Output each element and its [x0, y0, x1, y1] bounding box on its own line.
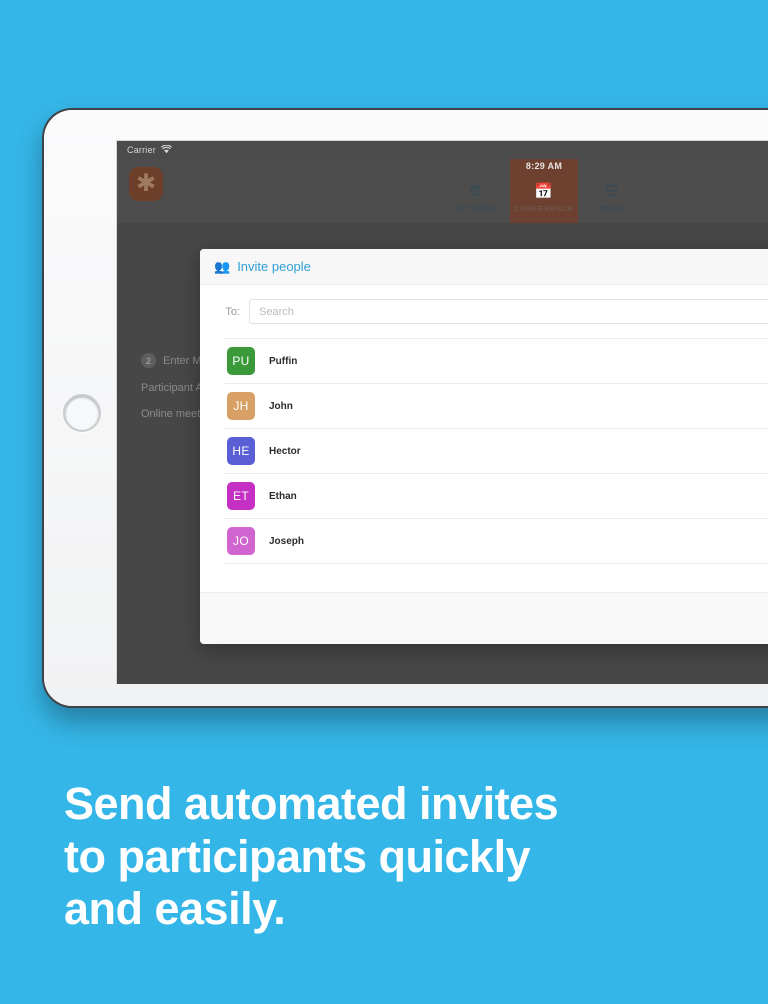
nav-label-menu: MENU — [599, 203, 625, 213]
contact-row-partial — [225, 564, 768, 578]
contact-row[interactable]: ET Ethan ✚ Add — [225, 474, 768, 519]
clock-time: 8:29 AM — [525, 161, 563, 171]
nav-label-conference: CONFERENCE — [514, 203, 574, 213]
app-navbar: ✱ ⚙ SETTINGS 8:29 AM 📅 CONFERENCE ☰ MENU — [117, 159, 768, 223]
avatar: ET — [227, 482, 255, 510]
to-label: To: — [225, 305, 240, 318]
asterisk-logo-icon[interactable]: ✱ — [129, 167, 163, 201]
nav-item-conference[interactable]: 8:29 AM 📅 CONFERENCE — [510, 159, 578, 223]
wifi-icon — [160, 144, 172, 156]
tablet-screen: Carrier ✱ ⚙ SETTINGS 8:29 AM 📅 CONFERENC… — [116, 140, 768, 684]
headline-line-1: Send automated invites — [64, 778, 559, 829]
home-button[interactable] — [63, 394, 101, 432]
modal-footer: Back Next — [200, 592, 768, 644]
contact-name: Puffin — [269, 355, 298, 367]
contact-name: Ethan — [269, 490, 297, 502]
contact-name: Hector — [269, 445, 301, 457]
nav-items: ⚙ SETTINGS 8:29 AM 📅 CONFERENCE ☰ MENU — [442, 159, 646, 223]
nav-label-settings: SETTINGS — [454, 203, 498, 213]
contact-row[interactable]: JH John ✚ Add — [225, 384, 768, 429]
headline-line-3: and easily. — [64, 883, 286, 935]
hamburger-icon: ☰ — [604, 182, 620, 200]
modal-header: 👥 Invite people — [200, 249, 768, 285]
modal-title: Invite people — [237, 259, 311, 274]
carrier-label: Carrier — [127, 145, 156, 155]
people-icon: 👥 — [214, 259, 231, 274]
avatar: HE — [227, 437, 255, 465]
contact-row[interactable]: JO Joseph ✚ Add — [225, 519, 768, 564]
to-row: To: — [216, 299, 768, 338]
nav-item-menu[interactable]: ☰ MENU — [578, 159, 646, 223]
invite-people-modal: 👥 Invite people To: PU Puffin ✚ Add — [200, 249, 768, 644]
contact-list: PU Puffin ✚ Add JH John ✚ Add — [225, 338, 768, 578]
modal-body: To: PU Puffin ✚ Add JH John — [200, 285, 768, 578]
page-title: Send automated invites to participants q… — [64, 778, 724, 936]
tablet-device: Carrier ✱ ⚙ SETTINGS 8:29 AM 📅 CONFERENC… — [42, 108, 768, 708]
status-bar: Carrier — [117, 141, 768, 159]
contact-row[interactable]: HE Hector ✚ Add — [225, 429, 768, 474]
nav-item-settings[interactable]: ⚙ SETTINGS — [442, 159, 510, 223]
calendar-icon: 📅 — [534, 182, 554, 200]
step-badge: 2 — [141, 353, 156, 368]
contact-row[interactable]: PU Puffin ✚ Add — [225, 339, 768, 384]
avatar: JH — [227, 392, 255, 420]
contact-name: John — [269, 400, 293, 412]
avatar: PU — [227, 347, 255, 375]
headline-line-2: to participants quickly — [64, 830, 531, 882]
gear-icon: ⚙ — [468, 182, 484, 200]
search-input[interactable] — [249, 299, 768, 324]
contact-name: Joseph — [269, 535, 305, 547]
avatar: JO — [227, 527, 255, 555]
